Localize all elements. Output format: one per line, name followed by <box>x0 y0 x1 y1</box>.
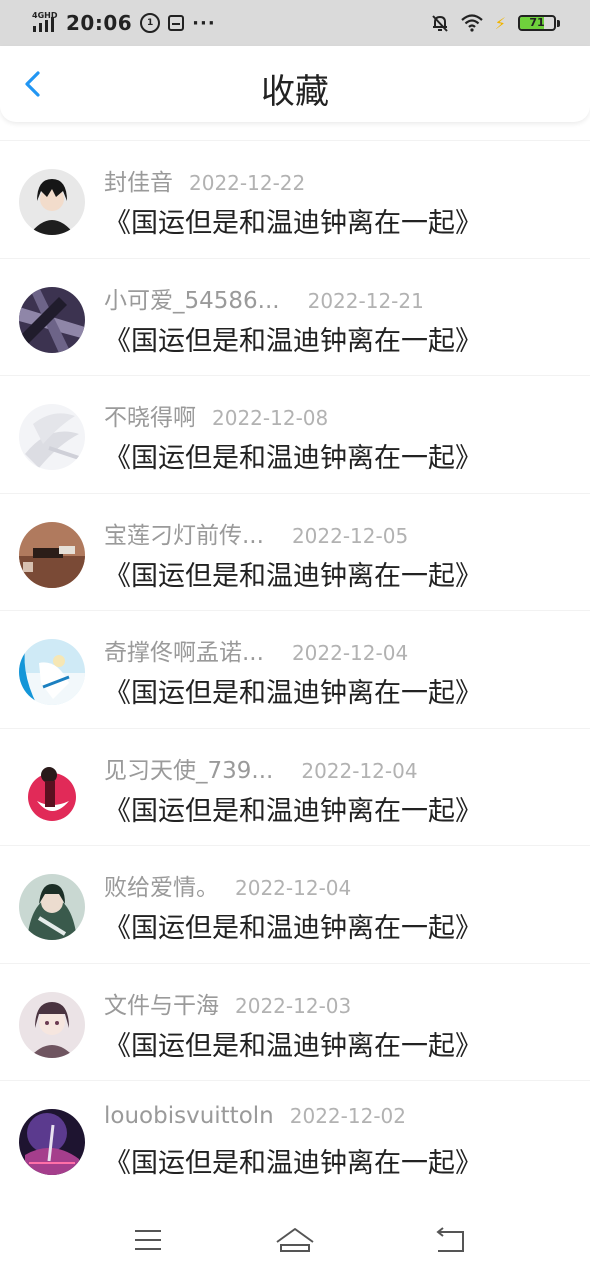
item-meta: 宝莲刁灯前传... 2022-12-05 <box>104 516 408 550</box>
battery-tip <box>557 19 560 27</box>
item-meta: 见习天使_739... 2022-12-04 <box>104 751 418 785</box>
more-notifications-icon: ··· <box>192 12 216 34</box>
book-title[interactable]: 《国运但是和温迪钟离在一起》 <box>104 436 482 475</box>
avatar[interactable] <box>19 1109 85 1175</box>
user-name[interactable]: 不晓得啊 <box>104 398 196 432</box>
item-meta: 奇撑佟啊孟诺... 2022-12-04 <box>104 633 408 667</box>
favorite-date: 2022-12-21 <box>307 288 424 313</box>
user-name[interactable]: 奇撑佟啊孟诺... <box>104 633 264 667</box>
user-name[interactable]: 宝莲刁灯前传... <box>104 516 264 550</box>
user-name[interactable]: 败给爱情。 <box>104 868 219 902</box>
app-header: 收藏 <box>0 46 590 122</box>
menu-icon[interactable] <box>128 1224 168 1256</box>
avatar[interactable] <box>19 756 85 823</box>
list-item[interactable]: 文件与干海 2022-12-03 《国运但是和温迪钟离在一起》 <box>0 962 590 1081</box>
status-bar: 4GHD 20:06 1 ··· ⚡ 71 <box>0 0 590 46</box>
favorite-date: 2022-12-03 <box>235 993 352 1018</box>
status-right: ⚡ 71 <box>431 14 560 33</box>
return-icon[interactable] <box>430 1224 470 1256</box>
avatar[interactable] <box>19 169 85 235</box>
favorite-date: 2022-12-04 <box>301 758 418 783</box>
book-title[interactable]: 《国运但是和温迪钟离在一起》 <box>104 906 482 945</box>
signal-icon: 4GHD <box>32 11 58 34</box>
favorite-date: 2022-12-08 <box>212 406 329 430</box>
favorite-date: 2022-12-04 <box>291 641 409 665</box>
user-name[interactable]: 小可爱_54586... <box>104 281 280 315</box>
avatar[interactable] <box>19 521 85 588</box>
data-saver-icon: 1 <box>140 13 161 33</box>
avatar[interactable] <box>19 874 85 940</box>
home-icon[interactable] <box>275 1224 315 1256</box>
list-item[interactable]: louobisvuittoln 2022-12-02 《国运但是和温迪钟离在一起》 <box>0 1080 590 1198</box>
user-name[interactable]: 见习天使_739... <box>104 751 273 785</box>
favorite-date: 2022-12-22 <box>189 171 306 195</box>
mute-bell-icon <box>432 15 448 32</box>
list-item[interactable]: 宝莲刁灯前传... 2022-12-05 《国运但是和温迪钟离在一起》 <box>0 492 590 611</box>
user-name[interactable]: 文件与干海 <box>104 986 219 1020</box>
book-title[interactable]: 《国运但是和温迪钟离在一起》 <box>104 554 482 593</box>
avatar[interactable] <box>19 404 85 470</box>
favorites-list: 封佳音 2022-12-22 《国运但是和温迪钟离在一起》 小可爱_54586... 2… <box>0 140 590 1198</box>
favorite-date: 2022-12-05 <box>291 523 409 548</box>
favorite-date: 2022-12-02 <box>289 1104 406 1128</box>
wifi-icon <box>461 14 483 32</box>
list-item[interactable]: 小可爱_54586... 2022-12-21 《国运但是和温迪钟离在一起》 <box>0 257 590 376</box>
book-title[interactable]: 《国运但是和温迪钟离在一起》 <box>104 1024 482 1063</box>
system-nav-bar <box>0 1200 590 1280</box>
battery-level: 71 <box>529 16 545 29</box>
book-title[interactable]: 《国运但是和温迪钟离在一起》 <box>104 319 482 358</box>
page-title: 收藏 <box>261 72 329 112</box>
battery-icon: 71 <box>518 15 556 31</box>
book-title[interactable]: 《国运但是和温迪钟离在一起》 <box>104 789 482 828</box>
favorite-date: 2022-12-04 <box>235 876 352 900</box>
list-item[interactable]: 封佳音 2022-12-22 《国运但是和温迪钟离在一起》 <box>0 140 590 258</box>
status-time: 20:06 <box>66 11 133 35</box>
list-item[interactable]: 败给爱情。 2022-12-04 《国运但是和温迪钟离在一起》 <box>0 845 590 963</box>
item-meta: 不晓得啊 2022-12-08 <box>104 398 328 432</box>
avatar[interactable] <box>19 286 85 353</box>
item-meta: 封佳音 2022-12-22 <box>104 163 305 197</box>
charging-icon: ⚡ <box>494 13 506 33</box>
list-item[interactable]: 见习天使_739... 2022-12-04 《国运但是和温迪钟离在一起》 <box>0 727 590 846</box>
avatar[interactable] <box>19 639 85 705</box>
item-meta: 败给爱情。 2022-12-04 <box>104 868 351 902</box>
user-name[interactable]: louobisvuittoln <box>104 1103 274 1129</box>
book-title[interactable]: 《国运但是和温迪钟离在一起》 <box>104 671 482 710</box>
user-name[interactable]: 封佳音 <box>104 163 173 197</box>
avatar[interactable] <box>19 991 85 1058</box>
item-meta: louobisvuittoln 2022-12-02 <box>104 1103 406 1129</box>
status-left: 4GHD 20:06 1 ··· <box>32 11 216 35</box>
book-title[interactable]: 《国运但是和温迪钟离在一起》 <box>104 201 482 240</box>
list-item[interactable]: 奇撑佟啊孟诺... 2022-12-04 《国运但是和温迪钟离在一起》 <box>0 610 590 728</box>
list-item[interactable]: 不晓得啊 2022-12-08 《国运但是和温迪钟离在一起》 <box>0 375 590 493</box>
sim-card-icon <box>168 15 185 31</box>
item-meta: 文件与干海 2022-12-03 <box>104 986 351 1020</box>
screen: 4GHD 20:06 1 ··· ⚡ 71 收藏 封佳音 2022-12-22 … <box>0 0 590 1280</box>
book-title[interactable]: 《国运但是和温迪钟离在一起》 <box>104 1141 482 1180</box>
item-meta: 小可爱_54586... 2022-12-21 <box>104 281 424 315</box>
